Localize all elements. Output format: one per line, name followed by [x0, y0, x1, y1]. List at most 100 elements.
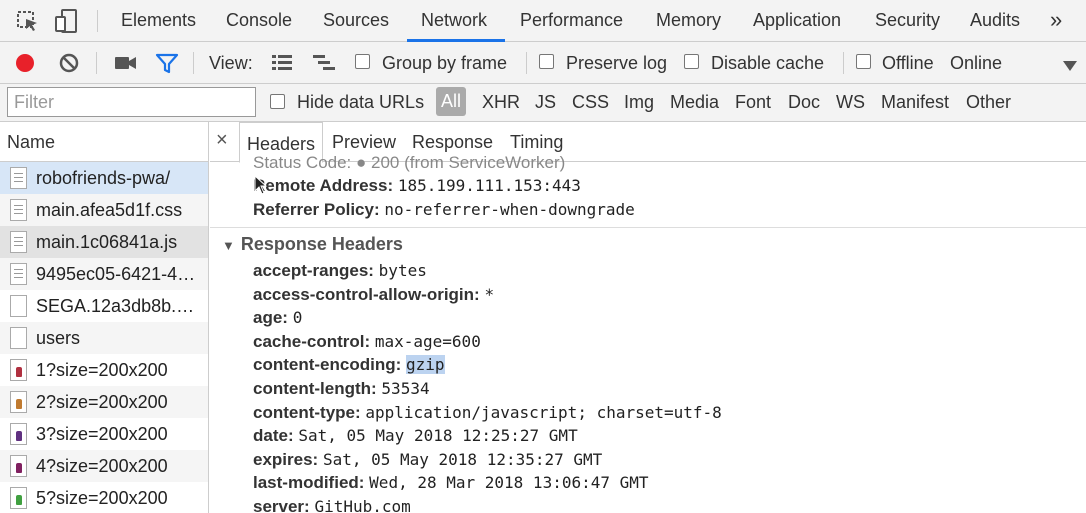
request-name: 3?size=200x200	[36, 424, 168, 444]
request-row[interactable]: main.1c06841a.js	[0, 226, 208, 258]
filter-type-js[interactable]: JS	[535, 92, 556, 113]
name-column-header[interactable]: Name	[0, 122, 208, 162]
header-value: 185.199.111.153:443	[397, 176, 581, 195]
waterfall-overview-icon[interactable]	[311, 52, 337, 77]
requests-list: Name robofriends-pwa/main.afea5d1f.css ma…	[0, 122, 209, 513]
offline-checkbox[interactable]	[856, 54, 871, 69]
request-row[interactable]: main.afea5d1f.css	[0, 194, 208, 226]
request-row[interactable]: 1?size=200x200	[0, 354, 208, 386]
header-value: gzip	[405, 355, 445, 375]
blank-file-icon	[10, 327, 27, 349]
response-header-row: content-encoding: gzip	[253, 355, 445, 375]
filter-type-doc[interactable]: Doc	[788, 92, 820, 113]
section-title: Response Headers	[240, 234, 403, 254]
offline-label: Offline	[882, 53, 934, 73]
filter-type-css[interactable]: CSS	[572, 92, 609, 113]
response-header-row: content-type: application/javascript; ch…	[253, 403, 722, 423]
close-icon[interactable]: ×	[216, 129, 228, 152]
preserve-log-checkbox[interactable]	[539, 54, 554, 69]
filter-bar: Hide data URLs All XHR JS CSS Img Media …	[0, 84, 1086, 122]
filter-input[interactable]	[7, 87, 256, 117]
header-key: access-control-allow-origin:	[253, 284, 485, 304]
header-key: age:	[253, 308, 293, 328]
tab-performance[interactable]: Performance	[520, 10, 623, 31]
filter-type-xhr[interactable]: XHR	[482, 92, 520, 113]
header-value: Wed, 28 Mar 2018 13:06:47 GMT	[369, 473, 649, 493]
hide-data-urls-label: Hide data URLs	[297, 92, 425, 112]
tab-elements[interactable]: Elements	[121, 10, 196, 31]
disable-cache-checkbox[interactable]	[684, 54, 699, 69]
request-name: main.afea5d1f.css	[36, 200, 183, 220]
header-value: bytes	[378, 261, 427, 280]
header-key: server:	[253, 497, 315, 513]
robot-image-icon	[10, 487, 27, 509]
more-tabs-icon[interactable]: »	[1050, 7, 1062, 33]
filter-type-media[interactable]: Media	[670, 92, 719, 113]
throttling-select[interactable]: Online	[950, 53, 1002, 74]
request-row[interactable]: SEGA.12a3db8b.…	[0, 290, 208, 322]
header-key: expires:	[253, 449, 323, 469]
tab-timing[interactable]: Timing	[510, 132, 563, 153]
document-icon	[10, 231, 27, 253]
request-name: main.1c06841a.js	[36, 232, 178, 252]
header-value: GitHub.com	[314, 497, 411, 513]
request-row[interactable]: robofriends-pwa/	[0, 162, 208, 194]
clear-icon[interactable]	[57, 51, 81, 80]
request-row[interactable]: 9495ec05-6421-4…	[0, 258, 208, 290]
header-value: 0	[292, 308, 303, 328]
header-key: cache-control:	[253, 331, 375, 351]
header-value: *	[484, 284, 495, 304]
preserve-log-label: Preserve log	[566, 53, 668, 73]
filter-type-manifest[interactable]: Manifest	[881, 92, 949, 113]
large-request-rows-icon[interactable]	[270, 52, 294, 77]
response-header-row: server: GitHub.com	[253, 497, 411, 513]
tab-application[interactable]: Application	[753, 10, 841, 31]
record-icon[interactable]	[13, 51, 37, 80]
tab-response[interactable]: Response	[412, 132, 493, 153]
disable-cache-label: Disable cache	[711, 53, 825, 73]
filter-type-all[interactable]: All	[436, 87, 467, 116]
capture-screenshots-icon[interactable]	[113, 52, 139, 79]
hide-data-urls-checkbox[interactable]	[270, 94, 285, 109]
filter-type-font[interactable]: Font	[735, 92, 771, 113]
request-row[interactable]: users	[0, 322, 208, 354]
device-toolbar-icon[interactable]	[52, 6, 82, 36]
referrer-policy-row: Referrer Policy: no-referrer-when-downgr…	[253, 200, 635, 220]
robot-image-icon	[10, 359, 27, 381]
request-name: 1?size=200x200	[36, 360, 168, 380]
response-header-row: date: Sat, 05 May 2018 12:25:27 GMT	[253, 426, 578, 446]
request-row[interactable]: 5?size=200x200	[0, 482, 208, 513]
request-row[interactable]: 4?size=200x200	[0, 450, 208, 482]
tab-network[interactable]: Network	[421, 10, 487, 31]
tab-sources[interactable]: Sources	[323, 10, 389, 31]
group-by-frame-checkbox[interactable]	[355, 54, 370, 69]
document-icon	[10, 263, 27, 285]
network-toolbar: View: Group by frame Preserve log Disabl…	[0, 42, 1086, 84]
filter-icon[interactable]	[155, 52, 179, 79]
request-row[interactable]: 2?size=200x200	[0, 386, 208, 418]
response-header-row: age: 0	[253, 308, 302, 328]
tab-preview[interactable]: Preview	[332, 132, 396, 153]
request-name: robofriends-pwa/	[36, 168, 171, 188]
header-value: max-age=600	[374, 331, 481, 351]
tab-console[interactable]: Console	[226, 10, 292, 31]
request-name: SEGA.12a3db8b.…	[36, 296, 195, 316]
header-key: last-modified:	[253, 473, 370, 493]
tab-security[interactable]: Security	[875, 10, 940, 31]
filter-type-other[interactable]: Other	[966, 92, 1011, 113]
remote-address-row: Remote Address: 185.199.111.153:443	[253, 176, 581, 196]
header-key: content-length:	[253, 379, 382, 398]
inspect-element-icon[interactable]	[13, 6, 43, 36]
chevron-down-icon[interactable]	[1062, 56, 1078, 77]
devtools-tab-bar: Elements Console Sources Network Perform…	[0, 0, 1086, 42]
robot-image-icon	[10, 391, 27, 413]
request-row[interactable]: 3?size=200x200	[0, 418, 208, 450]
tab-audits[interactable]: Audits	[970, 10, 1020, 31]
tab-memory[interactable]: Memory	[656, 10, 721, 31]
header-key: content-type:	[253, 402, 366, 422]
response-headers-section[interactable]: ▼ Response Headers	[222, 234, 403, 255]
filter-type-ws[interactable]: WS	[836, 92, 865, 113]
response-header-row: last-modified: Wed, 28 Mar 2018 13:06:47…	[253, 473, 649, 493]
filter-type-img[interactable]: Img	[624, 92, 654, 113]
name-header-label: Name	[7, 132, 56, 152]
